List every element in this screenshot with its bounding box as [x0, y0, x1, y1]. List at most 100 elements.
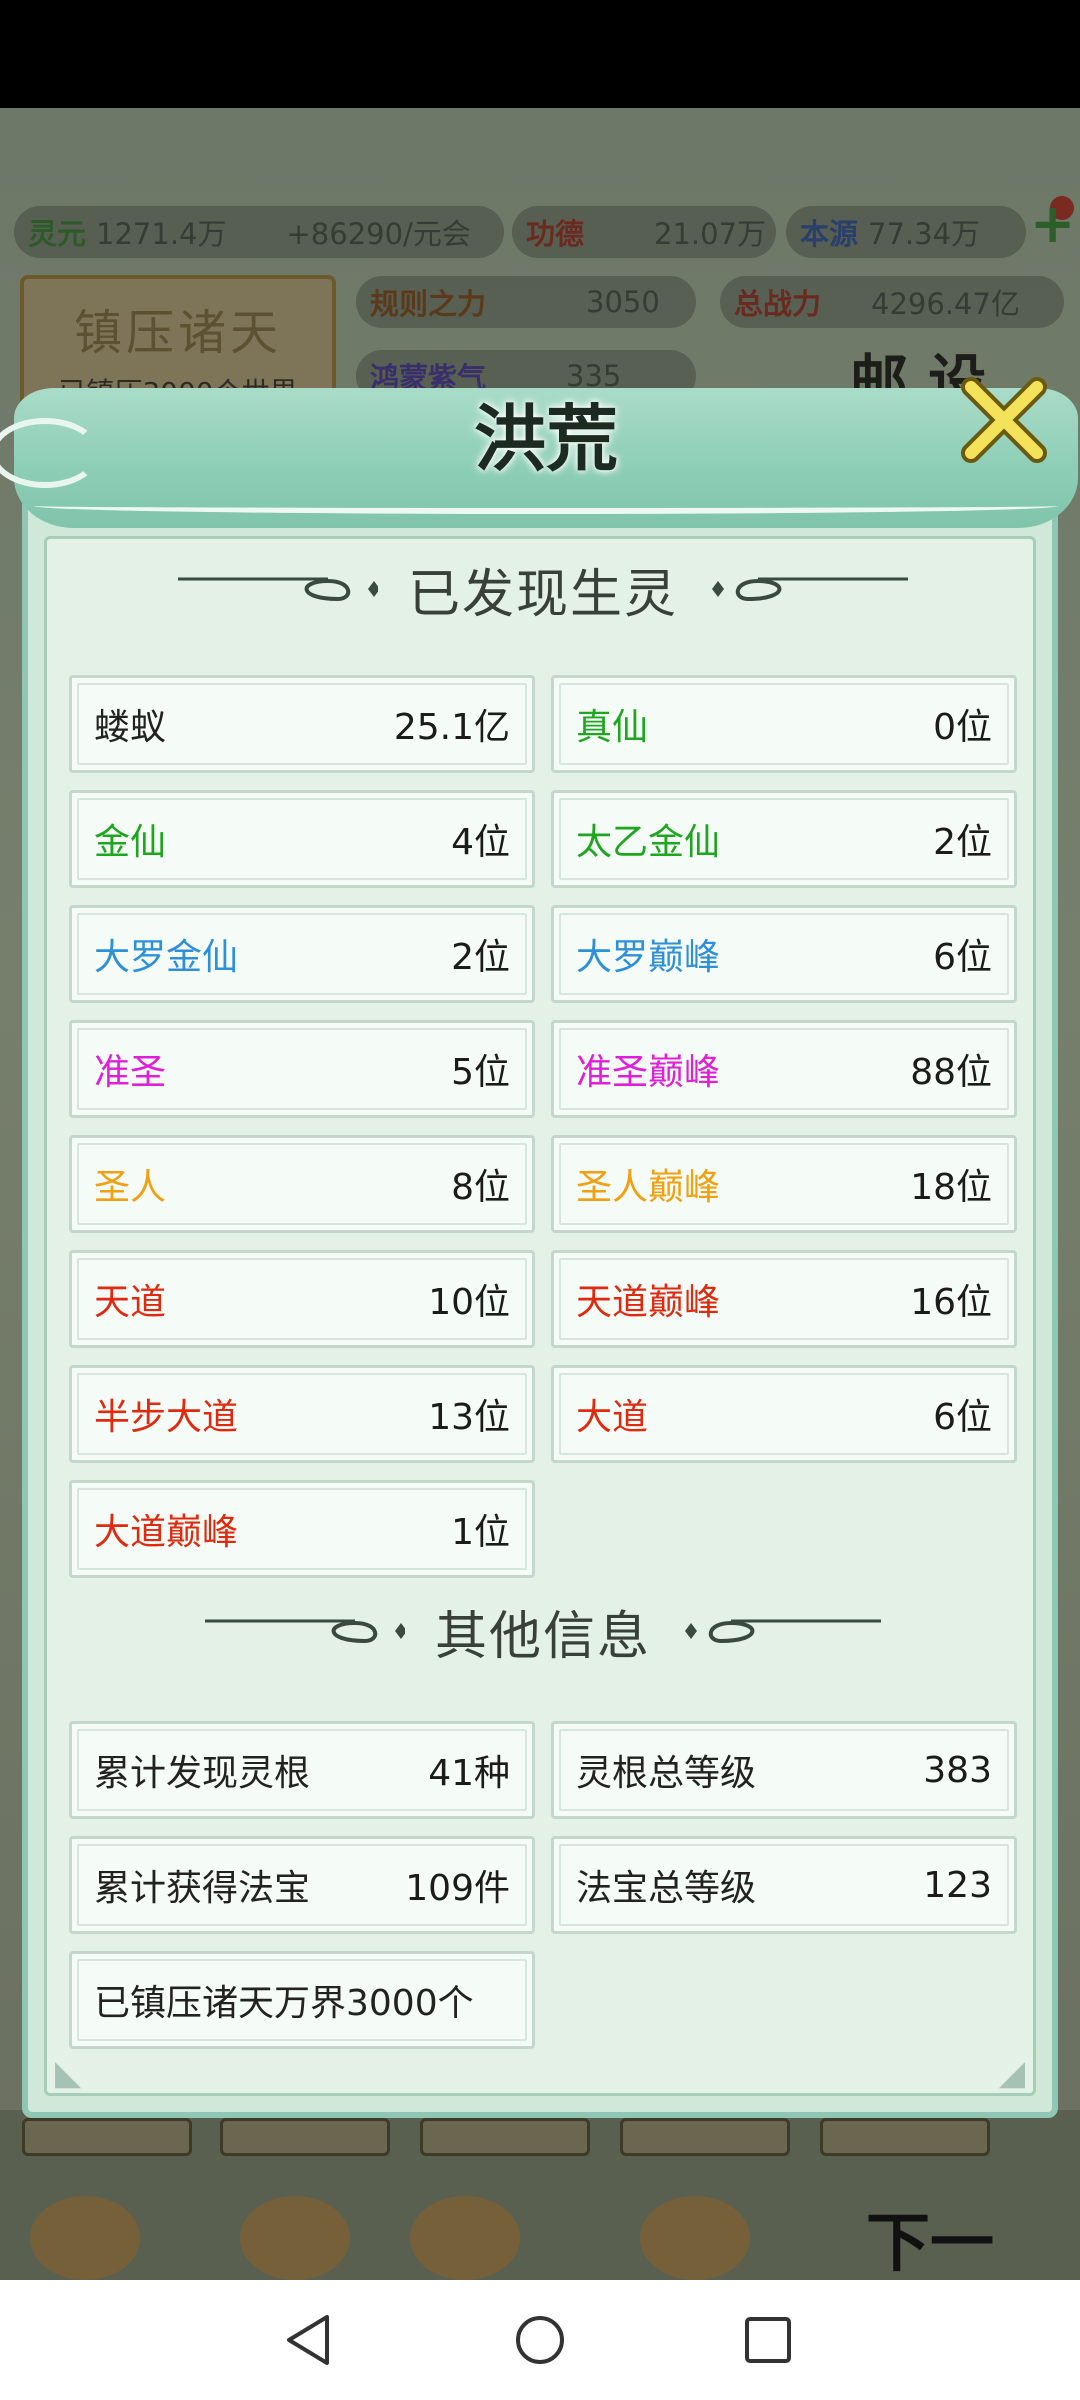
tray-slot: [220, 2118, 390, 2156]
gongde-stat: 功德 21.07万: [512, 206, 776, 258]
orb-icon[interactable]: [640, 2196, 750, 2280]
being-count: 18位: [910, 1167, 992, 1208]
gongde-label: 功德: [526, 217, 585, 251]
close-icon[interactable]: [954, 370, 1054, 470]
being-count: 10位: [428, 1282, 510, 1323]
being-cell: 太乙金仙 2位: [551, 790, 1017, 888]
being-name: 太乙金仙: [576, 822, 721, 863]
being-cell: 半步大道 13位: [69, 1365, 535, 1463]
mirror-icon[interactable]: [410, 2196, 520, 2280]
add-resource-icon[interactable]: +: [1030, 197, 1078, 251]
info-value: 383: [923, 1749, 992, 1791]
being-count: 2位: [451, 937, 510, 978]
being-count: 8位: [451, 1167, 510, 1208]
system-navigation-bar: [0, 2280, 1080, 2400]
being-cell: 真仙 0位: [551, 675, 1017, 773]
being-name: 金仙: [94, 822, 167, 863]
info-cell: 已镇压诸天万界3000个: [69, 1951, 535, 2049]
being-name: 大罗金仙: [94, 937, 239, 978]
being-cell: 圣人 8位: [69, 1135, 535, 1233]
left-ornament-icon: [204, 1619, 405, 1644]
benyuan-label: 本源: [800, 217, 859, 251]
tray-slot: [620, 2118, 790, 2156]
being-count: 4位: [451, 822, 510, 863]
being-cell: 大道巅峰 1位: [69, 1480, 535, 1578]
tray-slot: [820, 2118, 990, 2156]
corner-ornament-icon: ◢: [998, 2053, 1025, 2093]
being-name: 大罗巅峰: [576, 937, 721, 978]
being-cell: 准圣巅峰 88位: [551, 1020, 1017, 1118]
section-title-beings-text: 已发现生灵: [407, 564, 678, 625]
tray-slot: [420, 2118, 590, 2156]
being-cell: 大道 6位: [551, 1365, 1017, 1463]
benyuan-value: 77.34万: [868, 217, 981, 251]
info-name: 灵根总等级: [576, 1753, 757, 1794]
next-button[interactable]: 下一: [866, 2192, 994, 2284]
corner-ornament-icon: ◣: [55, 2053, 82, 2093]
section-title-beings: 已发现生灵: [47, 549, 1039, 629]
info-cell: 累计发现灵根 41种: [69, 1721, 535, 1819]
being-cell: 大罗金仙 2位: [69, 905, 535, 1003]
being-name: 圣人: [94, 1167, 167, 1208]
benyuan-stat: 本源 77.34万: [786, 206, 1026, 258]
guize-value: 3050: [586, 285, 660, 319]
being-count: 1位: [451, 1512, 510, 1553]
recents-square-icon[interactable]: [738, 2310, 798, 2370]
being-count: 2位: [933, 822, 992, 863]
gongde-value: 21.07万: [654, 217, 767, 251]
guize-stat: 规则之力 3050: [356, 276, 696, 328]
being-count: 0位: [933, 707, 992, 748]
being-name: 大道: [576, 1397, 649, 1438]
being-cell: 蝼蚁 25.1亿: [69, 675, 535, 773]
being-cell: 天道巅峰 16位: [551, 1250, 1017, 1348]
lingyuan-value: 1271.4万: [96, 217, 227, 251]
info-value: 109件: [405, 1868, 510, 1909]
info-cell: 灵根总等级 383: [551, 1721, 1017, 1819]
suppress-title: 镇压诸天: [73, 305, 282, 361]
back-triangle-icon[interactable]: [278, 2310, 338, 2370]
info-name: 法宝总等级: [576, 1868, 757, 1909]
info-value: 123: [923, 1864, 992, 1906]
fire-icon[interactable]: [30, 2196, 140, 2280]
dialog-header: 洪荒: [0, 377, 1078, 528]
being-name: 圣人巅峰: [576, 1167, 721, 1208]
info-value: 41种: [428, 1753, 510, 1794]
right-ornament-icon: [685, 1619, 881, 1644]
right-ornament-icon: [712, 577, 908, 602]
zhanli-value: 4296.47亿: [871, 287, 1020, 321]
info-name: 累计发现灵根: [94, 1753, 311, 1794]
being-name: 准圣巅峰: [576, 1052, 721, 1093]
info-cell: 累计获得法宝 109件: [69, 1836, 535, 1934]
being-count: 88位: [910, 1052, 992, 1093]
being-count: 25.1亿: [393, 707, 510, 748]
dialog-body: 已发现生灵 蝼蚁 25.1亿 真仙 0位 金仙 4位 太乙金仙 2位 大罗金仙 …: [44, 536, 1036, 2096]
info-name: 已镇压诸天万界3000个: [94, 1983, 474, 2024]
being-count: 6位: [933, 937, 992, 978]
info-cell: 法宝总等级 123: [551, 1836, 1017, 1934]
being-count: 5位: [451, 1052, 510, 1093]
zhanli-label: 总战力: [734, 287, 822, 321]
lingyuan-stat: 灵元 1271.4万 +86290/元会: [14, 206, 504, 258]
being-cell: 准圣 5位: [69, 1020, 535, 1118]
being-count: 13位: [428, 1397, 510, 1438]
being-cell: 天道 10位: [69, 1250, 535, 1348]
being-name: 天道巅峰: [576, 1282, 721, 1323]
being-name: 真仙: [576, 707, 649, 748]
info-name: 累计获得法宝: [94, 1868, 311, 1909]
being-cell: 大罗巅峰 6位: [551, 905, 1017, 1003]
lotus-icon[interactable]: [240, 2196, 350, 2280]
lingyuan-rate: +86290/元会: [286, 217, 471, 251]
dialog-title: 洪荒: [473, 396, 618, 481]
being-count: 6位: [933, 1397, 992, 1438]
guize-label: 规则之力: [370, 287, 487, 321]
being-cell: 金仙 4位: [69, 790, 535, 888]
being-name: 天道: [94, 1282, 167, 1323]
being-cell: 圣人巅峰 18位: [551, 1135, 1017, 1233]
being-count: 16位: [910, 1282, 992, 1323]
being-name: 大道巅峰: [94, 1512, 239, 1553]
home-circle-icon[interactable]: [510, 2310, 570, 2370]
section-title-other: 其他信息: [47, 1591, 1039, 1671]
being-name: 蝼蚁: [94, 707, 167, 748]
section-title-other-text: 其他信息: [434, 1606, 651, 1667]
tray-slot: [22, 2118, 192, 2156]
